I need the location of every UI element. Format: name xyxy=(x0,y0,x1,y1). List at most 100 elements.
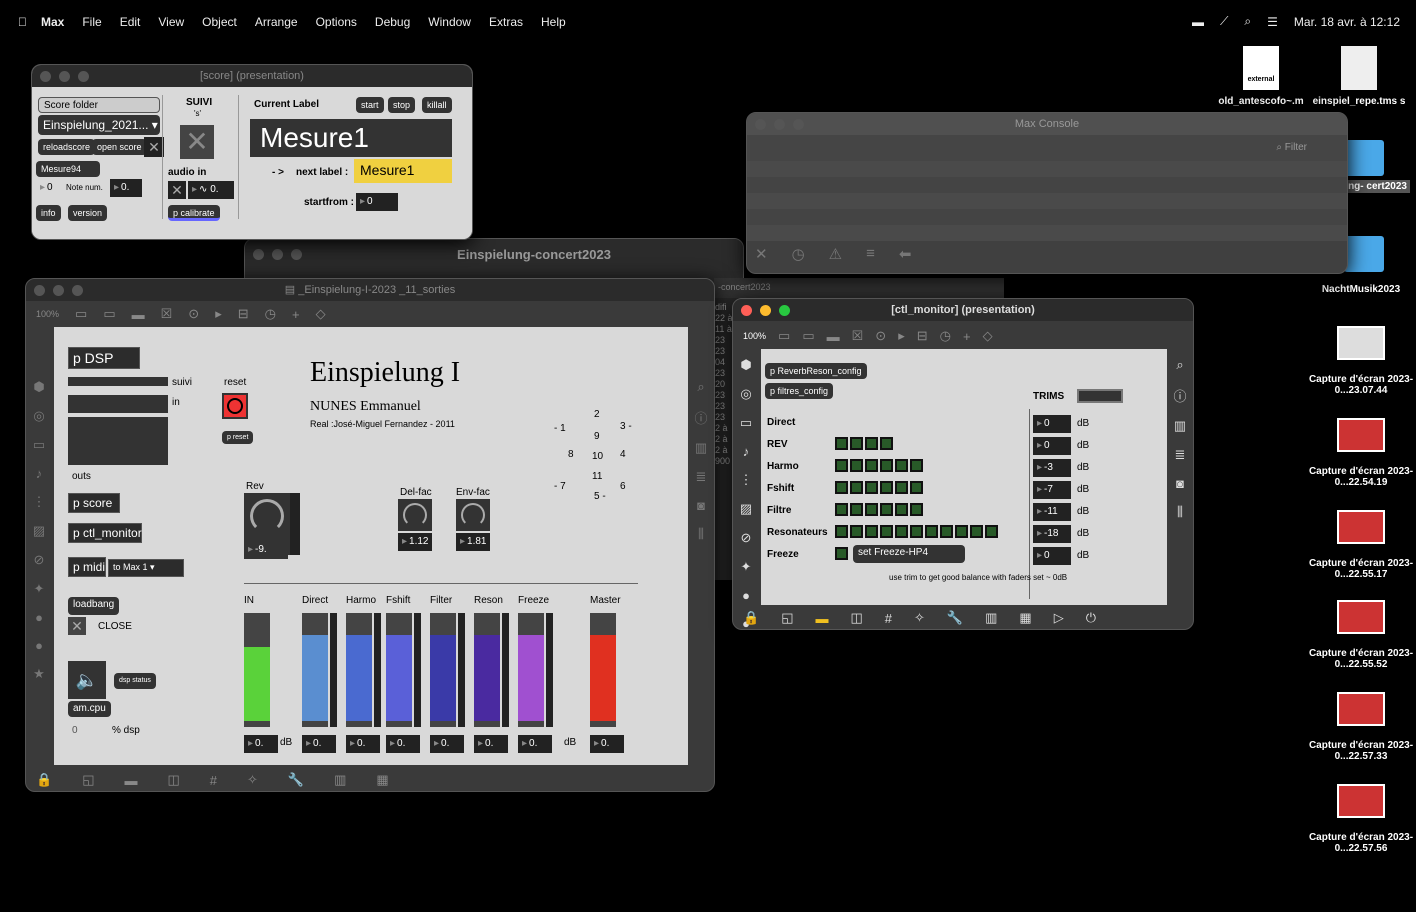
menu-debug[interactable]: Debug xyxy=(375,15,410,29)
startfrom-number[interactable]: 0 xyxy=(356,193,398,211)
stop-button[interactable]: stop xyxy=(388,97,416,113)
zoom-select[interactable]: 100% xyxy=(743,331,766,341)
note-number[interactable]: 0 xyxy=(36,179,56,197)
toggle-icon[interactable]: ☒ xyxy=(852,328,864,344)
midi-object[interactable]: p midi xyxy=(68,557,106,577)
fader-number[interactable]: 0. xyxy=(590,735,624,753)
dial-icon[interactable]: ◷ xyxy=(265,306,276,322)
speaker-icon[interactable]: 🔈 xyxy=(68,661,106,699)
camera-icon[interactable]: ◙ xyxy=(697,498,705,513)
list-icon[interactable]: ≣ xyxy=(696,469,707,485)
killall-button[interactable]: killall xyxy=(422,97,452,113)
menu-extras[interactable]: Extras xyxy=(489,15,523,29)
debug-icon[interactable]: ✧ xyxy=(914,610,925,626)
menu-arrange[interactable]: Arrange xyxy=(255,15,298,29)
mesure-message[interactable]: Mesure94 xyxy=(36,161,100,177)
back-icon[interactable]: ⬅ xyxy=(899,245,912,265)
ctl-monitor-window[interactable]: [ctl_monitor] (presentation) 100% ▭ ▭ ▬ ☒ ⊙ ▸… xyxy=(732,298,1194,630)
message-icon[interactable]: ▭ xyxy=(802,328,814,344)
audio-number[interactable]: ∿ 0. xyxy=(188,181,234,199)
presentation-icon[interactable]: ◱ xyxy=(82,772,94,788)
delfac-number[interactable]: 1.12 xyxy=(398,533,432,551)
score-object[interactable]: p score xyxy=(68,493,120,513)
desktop-capture-6[interactable]: Capture d'écran 2023-0...22.57.56 xyxy=(1306,784,1416,854)
wrench-icon[interactable]: 🔧 xyxy=(947,610,963,626)
debug-icon[interactable]: ✧ xyxy=(247,772,258,788)
lock-icon[interactable]: 🔒 xyxy=(36,772,52,788)
paint-icon[interactable]: ◇ xyxy=(316,306,326,322)
arrange-icon[interactable]: ⋮ xyxy=(740,472,753,488)
menu-app[interactable]: Max xyxy=(41,15,64,29)
camera-icon[interactable]: ◙ xyxy=(1176,476,1184,491)
dsp-status-object[interactable]: dsp status xyxy=(114,673,156,689)
list-icon[interactable]: ≡ xyxy=(866,245,875,265)
amcpu-object[interactable]: am.cpu xyxy=(68,701,111,717)
slider-icon[interactable]: ⊟ xyxy=(917,328,928,344)
calibrate-button[interactable]: p calibrate xyxy=(168,205,220,221)
desktop-capture-1[interactable]: Capture d'écran 2023-0...23.07.44 xyxy=(1306,326,1416,396)
score-toggle[interactable]: ✕ xyxy=(144,137,164,157)
trim-number[interactable]: 0 xyxy=(1033,547,1071,565)
window-controls[interactable] xyxy=(40,71,89,82)
info-icon[interactable]: ⓘ xyxy=(1173,386,1186,405)
audio-toggle[interactable]: ✕ xyxy=(168,181,186,199)
menu-window[interactable]: Window xyxy=(428,15,471,29)
clip-icon[interactable]: ⊘ xyxy=(741,530,752,546)
layers-icon[interactable]: ◫ xyxy=(850,610,862,626)
desktop-capture-5[interactable]: Capture d'écran 2023-0...22.57.33 xyxy=(1306,692,1416,762)
fader-direct[interactable] xyxy=(302,613,328,727)
grid-icon[interactable]: # xyxy=(210,773,217,788)
star-icon[interactable]: ★ xyxy=(33,666,45,682)
fader-harmo[interactable] xyxy=(346,613,372,727)
slider-icon[interactable]: ⊟ xyxy=(238,306,249,322)
trim-number[interactable]: -7 xyxy=(1033,481,1071,499)
message-icon[interactable]: ▭ xyxy=(103,306,115,322)
number-icon[interactable]: ▸ xyxy=(898,328,905,344)
score-folder-button[interactable]: Score folder xyxy=(38,97,160,113)
plug-icon[interactable]: ✦ xyxy=(741,559,752,575)
window-controls[interactable] xyxy=(741,305,790,316)
trim-number[interactable]: 0 xyxy=(1033,437,1071,455)
cube-icon[interactable]: ⬢ xyxy=(33,379,44,395)
grid-icon[interactable]: # xyxy=(885,611,892,626)
keyboard-icon[interactable]: ▦ xyxy=(1019,610,1031,626)
envfac-number[interactable]: 1.81 xyxy=(456,533,490,551)
desktop-file-einspiel[interactable]: einspiel_repe.tms s xyxy=(1304,46,1414,107)
image-icon[interactable]: ▨ xyxy=(740,501,752,517)
console-filter[interactable]: ⌕ Filter xyxy=(747,135,1347,161)
desktop-file-antescofo[interactable]: external old_antescofo~.m xyxy=(1206,46,1316,107)
fader-number[interactable]: 0. xyxy=(474,735,508,753)
new-object-icon[interactable]: ▭ xyxy=(778,328,790,344)
trim-number[interactable]: -11 xyxy=(1033,503,1071,521)
window-controls[interactable] xyxy=(755,119,804,130)
keyboard-icon[interactable]: ▦ xyxy=(376,772,388,788)
clear-icon[interactable]: ✕ xyxy=(755,245,768,265)
target-icon[interactable]: ◎ xyxy=(740,386,751,402)
clock[interactable]: Mar. 18 avr. à 12:12 xyxy=(1294,15,1400,29)
v-icon[interactable]: ● xyxy=(35,610,43,625)
fader-fshift[interactable] xyxy=(386,613,412,727)
lock-icon[interactable]: 🔒 xyxy=(743,610,759,626)
window-controls[interactable] xyxy=(253,249,302,260)
fader-number[interactable]: 0. xyxy=(346,735,380,753)
fader-reson[interactable] xyxy=(474,613,500,727)
suivi-toggle[interactable]: ✕ xyxy=(180,125,214,159)
trim-number[interactable]: 0 xyxy=(1033,415,1071,433)
control-center-icon[interactable]: ☰ xyxy=(1267,15,1278,29)
paint-icon[interactable]: ◇ xyxy=(983,328,993,344)
fader-number[interactable]: 0. xyxy=(430,735,464,753)
comment-icon[interactable]: ▬ xyxy=(132,307,145,322)
arrange-icon[interactable]: ⋮ xyxy=(33,494,46,510)
image-icon[interactable]: ▨ xyxy=(33,523,45,539)
button-icon[interactable]: ⊙ xyxy=(188,306,199,322)
rev-number[interactable]: -9. xyxy=(244,541,288,559)
desktop-capture-4[interactable]: Capture d'écran 2023-0...22.55.52 xyxy=(1306,600,1416,670)
mixer-icon[interactable]: ⫼ xyxy=(698,526,704,542)
window-icon[interactable]: ▭ xyxy=(33,437,45,453)
search-icon[interactable]: ⌕ xyxy=(697,379,704,395)
info-button[interactable]: info xyxy=(36,205,61,221)
battery-icon[interactable]: ▬ xyxy=(1192,15,1204,29)
fader-filter[interactable] xyxy=(430,613,456,727)
wifi-off-icon[interactable]: ⟋ xyxy=(1220,14,1228,29)
menu-object[interactable]: Object xyxy=(202,15,237,29)
